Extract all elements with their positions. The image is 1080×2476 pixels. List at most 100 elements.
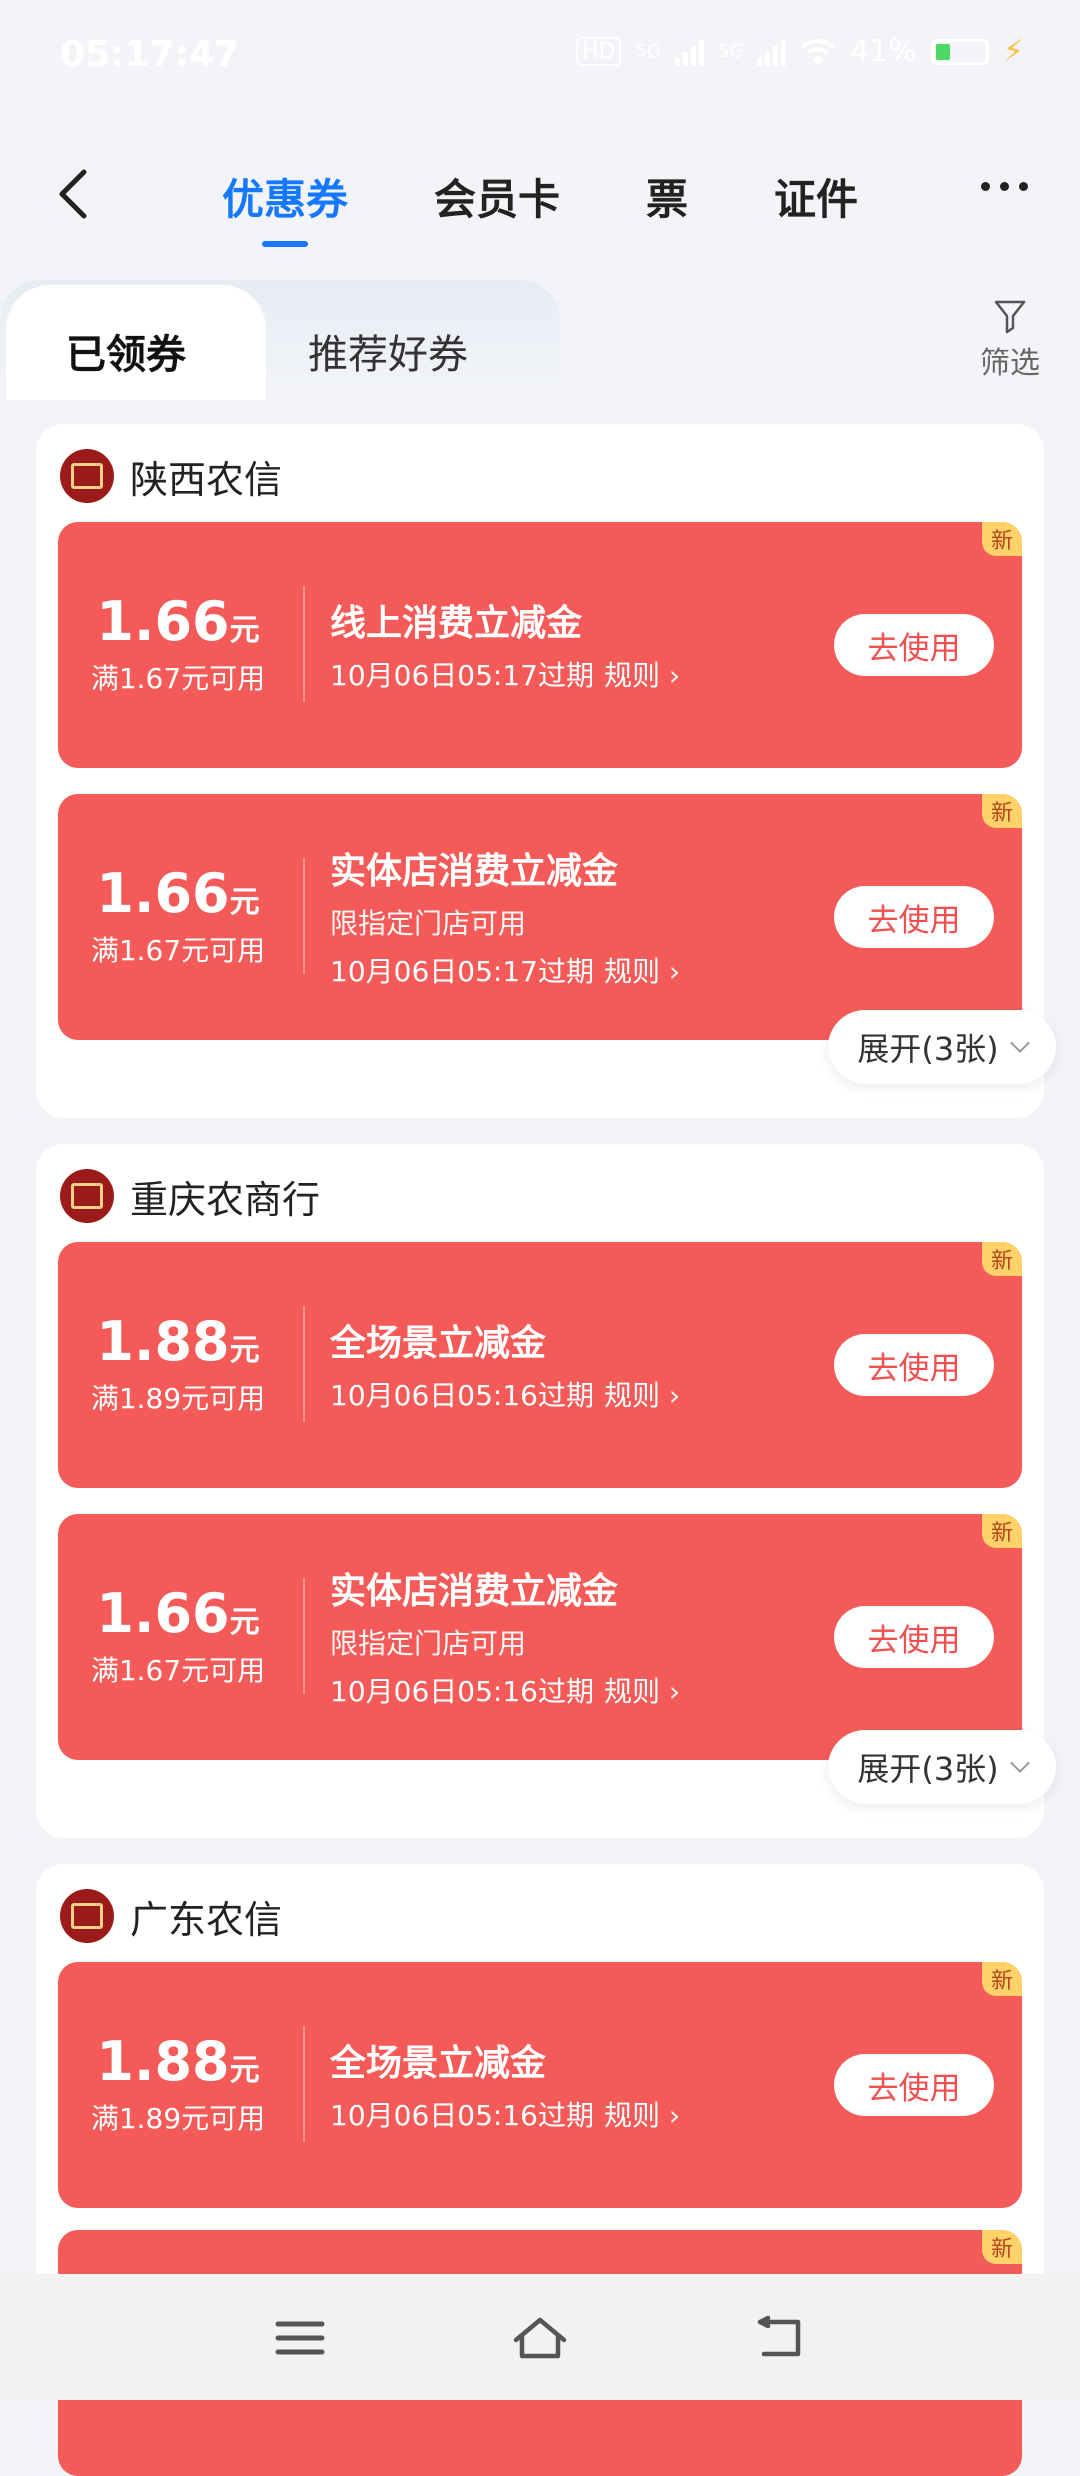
coupon-amount-block: 1.66元 满1.67元可用 <box>86 590 270 697</box>
charging-icon: ⚡ <box>1002 34 1024 69</box>
coupon-title: 全场景立减金 <box>330 2043 547 2084</box>
network-5g-label-1: 5G <box>635 41 661 62</box>
subtab-claimed[interactable]: 已领券 <box>66 322 186 380</box>
chevron-right-icon: › <box>659 1675 681 1708</box>
coupon-card[interactable]: 新 1.66元 满1.67元可用 线上消费立减金 10月06日05:17过期 规则… <box>58 522 1022 768</box>
coupon-amount: 1.66 <box>96 590 230 653</box>
filter-label: 筛选 <box>980 346 1040 381</box>
signal-icon-2 <box>757 38 787 66</box>
coupon-amount-block: 1.66元 满1.67元可用 <box>86 862 270 969</box>
coupon-title: 实体店消费立减金 <box>330 1571 619 1612</box>
use-coupon-button[interactable]: 去使用 <box>834 614 994 676</box>
coupon-amount: 1.66 <box>96 1582 230 1645</box>
coupon-rule-link[interactable]: 规则 <box>604 2099 660 2132</box>
use-coupon-button[interactable]: 去使用 <box>834 886 994 948</box>
network-5g-label-2: 5G <box>717 41 744 62</box>
coupon-info: 全场景立减金 10月06日05:16过期 规则 › <box>330 2034 680 2134</box>
coupon-subtabs: 已领券 推荐好券 筛选 <box>0 280 1080 400</box>
coupon-condition: 满1.67元可用 <box>90 662 266 695</box>
home-icon[interactable] <box>510 2314 570 2362</box>
tab-coupons-label: 优惠券 <box>222 175 349 224</box>
tab-tickets[interactable]: 票 <box>646 166 688 227</box>
new-badge: 新 <box>982 522 1022 556</box>
bank-header: 陕西农信 <box>60 448 282 504</box>
tab-certificates[interactable]: 证件 <box>774 166 858 227</box>
red-envelope-icon <box>60 1169 114 1223</box>
use-coupon-button[interactable]: 去使用 <box>834 2054 994 2116</box>
chevron-right-icon: › <box>659 659 681 692</box>
more-menu-icon[interactable] <box>976 176 1036 216</box>
menu-icon[interactable] <box>270 2314 330 2362</box>
coupon-rule-link[interactable]: 规则 <box>604 955 660 988</box>
tab-coupons[interactable]: 优惠券 <box>222 166 349 247</box>
signal-icon-1 <box>674 38 704 66</box>
use-coupon-button[interactable]: 去使用 <box>834 1334 994 1396</box>
status-icons: HD 5G 5G 41% ⚡ <box>575 34 1024 69</box>
coupon-expiry-row: 10月06日05:17过期 规则 › <box>330 654 680 694</box>
coupon-amount-block: 1.66元 满1.67元可用 <box>86 1582 270 1689</box>
coupon-condition: 满1.89元可用 <box>90 1382 266 1415</box>
coupon-expiry: 10月06日05:16过期 <box>330 2099 594 2132</box>
wifi-icon <box>801 38 836 64</box>
expand-button[interactable]: 展开(3张) <box>828 1730 1056 1804</box>
back-icon[interactable] <box>750 2314 810 2362</box>
subtab-recommended[interactable]: 推荐好券 <box>308 322 468 380</box>
coupon-amount-block: 1.88元 满1.89元可用 <box>86 1310 270 1417</box>
expand-label: 展开(3张) <box>857 1750 999 1788</box>
chevron-down-icon <box>1009 1753 1030 1773</box>
coupon-card[interactable]: 新 1.66元 满1.67元可用 实体店消费立减金 限指定门店可用 10月06日… <box>58 794 1022 1040</box>
coupon-unit: 元 <box>229 613 260 648</box>
tab-certificates-label: 证件 <box>774 175 859 224</box>
tab-membership-cards[interactable]: 会员卡 <box>434 166 560 227</box>
coupon-condition: 满1.67元可用 <box>90 934 266 967</box>
coupon-info: 全场景立减金 10月06日05:16过期 规则 › <box>330 1314 680 1414</box>
top-navigation: 优惠券 会员卡 票 证件 <box>0 150 1080 247</box>
coupon-card[interactable]: 新 1.66元 满1.67元可用 实体店消费立减金 限指定门店可用 10月06日… <box>58 1514 1022 1760</box>
coupon-divider <box>303 858 305 974</box>
tab-membership-cards-label: 会员卡 <box>434 175 561 224</box>
bank-name: 重庆农商行 <box>130 1177 321 1222</box>
battery-percent: 41% <box>850 34 917 69</box>
coupon-divider <box>303 586 305 702</box>
coupon-subtitle: 限指定门店可用 <box>330 1627 527 1660</box>
expand-button[interactable]: 展开(3张) <box>828 1010 1056 1084</box>
coupon-expiry: 10月06日05:16过期 <box>330 1379 594 1412</box>
coupon-title: 线上消费立减金 <box>330 603 583 644</box>
coupon-expiry: 10月06日05:17过期 <box>330 955 594 988</box>
coupon-info: 实体店消费立减金 限指定门店可用 10月06日05:16过期 规则 › <box>330 1562 680 1710</box>
coupon-rule-link[interactable]: 规则 <box>604 1379 660 1412</box>
back-arrow-icon[interactable] <box>48 166 104 222</box>
coupon-divider <box>303 1578 305 1694</box>
tab-tickets-label: 票 <box>646 175 689 224</box>
filter-funnel-icon <box>994 300 1026 334</box>
bank-group-card: 陕西农信 新 1.66元 满1.67元可用 线上消费立减金 10月06日05:1… <box>36 424 1056 1118</box>
new-badge: 新 <box>982 2230 1022 2264</box>
coupon-card[interactable]: 新 1.88元 满1.89元可用 全场景立减金 10月06日05:16过期 规则 … <box>58 1242 1022 1488</box>
use-coupon-button[interactable]: 去使用 <box>834 1606 994 1668</box>
expand-label: 展开(3张) <box>857 1030 999 1068</box>
coupon-unit: 元 <box>229 1333 260 1368</box>
new-badge: 新 <box>982 1514 1022 1548</box>
system-navigation-bar <box>0 2274 1080 2400</box>
coupon-rule-link[interactable]: 规则 <box>604 659 660 692</box>
bank-group-card: 广东农信 新 1.88元 满1.89元可用 全场景立减金 10月06日05:16… <box>36 1864 1044 2476</box>
coupon-title: 全场景立减金 <box>330 1323 547 1364</box>
coupon-rule-link[interactable]: 规则 <box>604 1675 660 1708</box>
bank-group-card: 重庆农商行 新 1.88元 满1.89元可用 全场景立减金 10月06日05:1… <box>36 1144 1056 1838</box>
coupon-card[interactable]: 新 1.88元 满1.89元可用 全场景立减金 10月06日05:16过期 规则 … <box>58 1962 1022 2208</box>
coupon-unit: 元 <box>229 1605 260 1640</box>
coupon-expiry: 10月06日05:16过期 <box>330 1675 594 1708</box>
coupon-info: 实体店消费立减金 限指定门店可用 10月06日05:17过期 规则 › <box>330 842 680 990</box>
bank-name: 陕西农信 <box>130 457 283 502</box>
coupon-condition: 满1.67元可用 <box>90 1654 266 1687</box>
coupon-title: 实体店消费立减金 <box>330 851 619 892</box>
filter-button[interactable]: 筛选 <box>970 298 1050 382</box>
coupon-divider <box>303 2026 305 2142</box>
chevron-right-icon: › <box>659 2099 681 2132</box>
bank-header: 重庆农商行 <box>60 1168 320 1224</box>
coupon-unit: 元 <box>229 2053 260 2088</box>
chevron-right-icon: › <box>659 955 681 988</box>
battery-icon <box>930 38 989 65</box>
coupon-amount: 1.88 <box>96 1310 230 1373</box>
bank-header: 广东农信 <box>60 1888 282 1944</box>
